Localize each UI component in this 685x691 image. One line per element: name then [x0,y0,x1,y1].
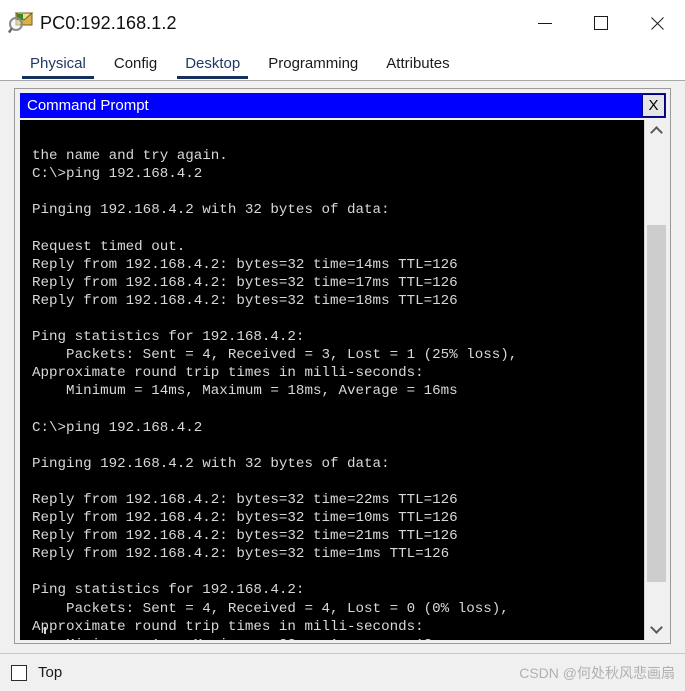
terminal-line: Packets: Sent = 4, Received = 4, Lost = … [32,600,509,617]
bottom-bar: Top CSDN @何处秋风悲画扇 [0,653,685,691]
terminal-lines: the name and try again. C:\>ping 192.168.… [32,147,644,640]
terminal-output[interactable]: the name and try again. C:\>ping 192.168.… [20,120,644,640]
terminal-line: Pinging 192.168.4.2 with 32 bytes of dat… [32,455,390,472]
scrollbar-thumb[interactable] [647,225,666,582]
command-prompt-close-button[interactable]: X [642,94,665,117]
top-checkbox[interactable] [11,664,27,681]
top-checkbox-label: Top [38,664,63,681]
terminal-line: C:\>ping 192.168.4.2 [32,166,203,183]
command-prompt-close-label: X [648,97,659,114]
scrollbar-down-button[interactable] [645,618,667,640]
minimize-icon [538,22,552,24]
terminal-line: C:\>ping 192.168.4.2 [32,419,203,436]
panel-footer-spacer [0,646,685,653]
tab-physical[interactable]: Physical [16,46,100,80]
tab-programming-label: Programming [268,54,359,72]
terminal-line: Ping statistics for 192.168.4.2: [32,582,305,599]
window-titlebar: PC0:192.168.1.2 [0,0,685,46]
terminal-line: Minimum = 14ms, Maximum = 18ms, Average … [32,383,458,400]
close-button[interactable] [629,0,685,46]
tab-programming[interactable]: Programming [254,46,373,80]
minimize-button[interactable] [517,0,573,46]
terminal-line: Reply from 192.168.4.2: bytes=32 time=18… [32,292,458,309]
tab-attributes-label: Attributes [386,54,450,72]
tab-desktop-label: Desktop [185,54,241,72]
terminal-line: Minimum = 1ms, Maximum = 22ms, Average =… [32,636,644,640]
terminal-line: Reply from 192.168.4.2: bytes=32 time=14… [32,256,458,273]
close-icon [649,15,666,32]
maximize-icon [594,16,608,30]
terminal-area: the name and try again. C:\>ping 192.168.… [20,120,667,640]
scrollbar-up-button[interactable] [645,120,667,142]
chevron-down-icon [649,621,663,634]
tab-config[interactable]: Config [99,46,172,80]
packet-tracer-inspect-icon [7,11,34,35]
tab-desktop[interactable]: Desktop [171,46,255,80]
tab-config-label: Config [113,54,158,72]
terminal-line: Reply from 192.168.4.2: bytes=32 time=10… [32,510,458,527]
chevron-up-icon [649,126,663,139]
terminal-cursor [44,627,46,634]
terminal-scrollbar[interactable] [644,120,667,640]
terminal-line: Reply from 192.168.4.2: bytes=32 time=1m… [32,546,450,563]
terminal-line: Request timed out. [32,238,186,255]
desktop-panel-inner: Command Prompt X the name and try again.… [14,88,671,644]
terminal-line: the name and try again. [32,148,228,165]
terminal-line: Pinging 192.168.4.2 with 32 bytes of dat… [32,202,390,219]
window-controls [517,0,685,46]
watermark-text: CSDN @何处秋风悲画扇 [519,664,675,681]
tab-attributes[interactable]: Attributes [372,46,464,80]
terminal-line: Reply from 192.168.4.2: bytes=32 time=21… [32,528,458,545]
command-prompt-titlebar: Command Prompt X [20,93,666,118]
terminal-line: Approximate round trip times in milli-se… [32,618,424,635]
terminal-line: Approximate round trip times in milli-se… [32,365,424,382]
terminal-line: Packets: Sent = 4, Received = 3, Lost = … [32,347,518,364]
terminal-line: Ping statistics for 192.168.4.2: [32,329,305,346]
tab-strip: Physical Config Desktop Programming Attr… [0,46,685,80]
command-prompt-window: Command Prompt X the name and try again.… [20,93,667,640]
window-title: PC0:192.168.1.2 [40,12,177,33]
terminal-line: Reply from 192.168.4.2: bytes=32 time=17… [32,274,458,291]
tab-physical-label: Physical [30,54,86,72]
command-prompt-title: Command Prompt [27,97,149,114]
maximize-button[interactable] [573,0,629,46]
terminal-line: Reply from 192.168.4.2: bytes=32 time=22… [32,491,458,508]
desktop-panel: Command Prompt X the name and try again.… [0,80,685,653]
